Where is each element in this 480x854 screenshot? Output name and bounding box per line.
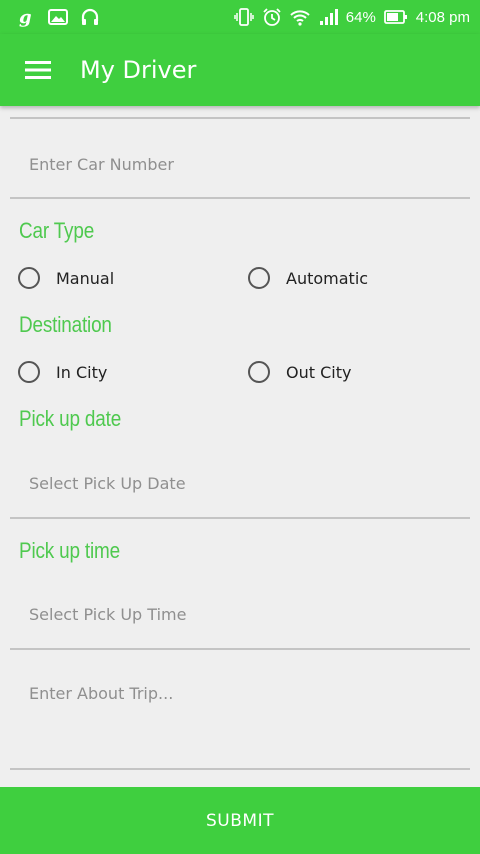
radio-manual-label: Manual — [56, 268, 115, 288]
radio-automatic[interactable]: Automatic — [248, 267, 368, 289]
status-time: 4:08 pm — [415, 8, 470, 26]
app-bar: My Driver — [0, 34, 480, 106]
headphones-icon — [81, 8, 99, 25]
hamburger-menu-icon — [25, 61, 51, 79]
radio-out-city-label: Out City — [286, 362, 352, 382]
pickup-date-label: Pick up date — [19, 406, 122, 431]
svg-text:g: g — [19, 7, 32, 27]
radio-manual-circle[interactable] — [18, 267, 40, 289]
status-bar: g 64% 4:08 pm — [0, 0, 480, 34]
pickup-time-input[interactable] — [10, 590, 470, 638]
status-bar-left: g — [16, 7, 100, 27]
radio-in-city-circle[interactable] — [18, 361, 40, 383]
g-icon: g — [19, 7, 32, 27]
image-icon — [48, 9, 68, 25]
radio-out-city[interactable]: Out City — [248, 361, 351, 383]
car-type-label: Car Type — [19, 218, 95, 243]
wifi-icon — [290, 10, 310, 26]
pickup-date-input[interactable] — [10, 459, 470, 507]
car-number-underline — [10, 197, 470, 199]
radio-automatic-circle[interactable] — [248, 267, 270, 289]
destination-label: Destination — [19, 312, 112, 337]
battery-percent: 64% — [345, 8, 376, 26]
pickup-date-underline — [10, 517, 470, 519]
pickup-time-underline — [10, 648, 470, 650]
radio-manual[interactable]: Manual — [18, 267, 114, 289]
alarm-icon — [263, 8, 281, 26]
about-trip-input[interactable] — [10, 680, 470, 762]
app-title: My Driver — [80, 56, 197, 84]
about-trip-underline — [10, 768, 470, 770]
status-bar-right: 64% 4:08 pm — [234, 7, 470, 27]
pickup-time-label: Pick up time — [19, 538, 120, 563]
car-number-input[interactable] — [10, 140, 470, 188]
radio-in-city-label: In City — [56, 362, 108, 382]
submit-button[interactable]: SUBMIT — [0, 787, 480, 854]
radio-out-city-circle[interactable] — [248, 361, 270, 383]
radio-in-city[interactable]: In City — [18, 361, 107, 383]
top-divider — [10, 117, 470, 119]
radio-automatic-label: Automatic — [286, 268, 369, 288]
battery-icon — [383, 10, 407, 24]
vibrate-icon — [234, 8, 254, 26]
signal-icon — [319, 9, 338, 25]
menu-button[interactable] — [10, 42, 66, 98]
